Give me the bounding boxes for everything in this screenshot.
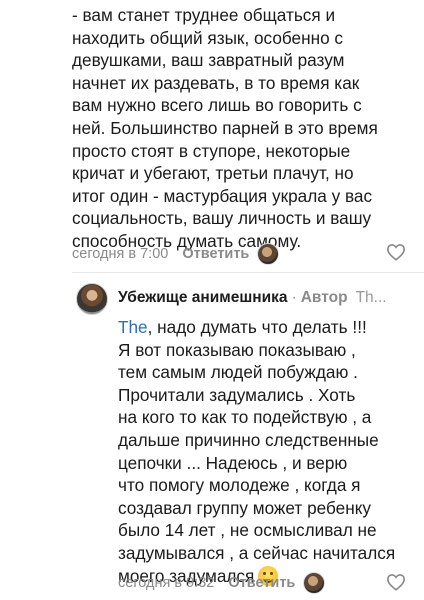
comment-2-liked-by-avatar [303, 572, 326, 594]
reply-to-truncated: Th... [355, 289, 387, 306]
comment-2-meta: сегодня в 9:32 Ответить [118, 572, 326, 594]
comment-divider [72, 272, 424, 273]
comment-2-header: Убежище анимешника · Автор Th... [118, 289, 418, 307]
comment-1-text: - вам станет труднее общаться и находить… [72, 5, 378, 251]
header-separator: · [291, 289, 297, 306]
comment-2-like-heart-icon[interactable] [386, 573, 406, 591]
comment-2-body: , надо думать что делать !!! Я вот показ… [118, 317, 396, 586]
comment-1-meta: сегодня в 7:00 Ответить [72, 243, 280, 265]
comment-1-reply-button[interactable]: Ответить [182, 246, 249, 262]
comment-2-text: The, надо думать что делать !!! Я вот по… [118, 316, 408, 587]
comment-2-time: сегодня в 9:32 [118, 575, 215, 591]
comment-2-reply-button[interactable]: Ответить [228, 575, 295, 591]
comment-1-liked-by-avatar [257, 243, 280, 265]
author-avatar[interactable] [76, 283, 108, 315]
comment-1-like-heart-icon[interactable] [386, 243, 406, 261]
comment-1-time: сегодня в 7:00 [72, 246, 169, 262]
mention-link[interactable]: The [118, 317, 148, 337]
comment-2-author-name[interactable]: Убежище анимешника [118, 289, 288, 306]
author-badge: Автор [300, 289, 348, 306]
